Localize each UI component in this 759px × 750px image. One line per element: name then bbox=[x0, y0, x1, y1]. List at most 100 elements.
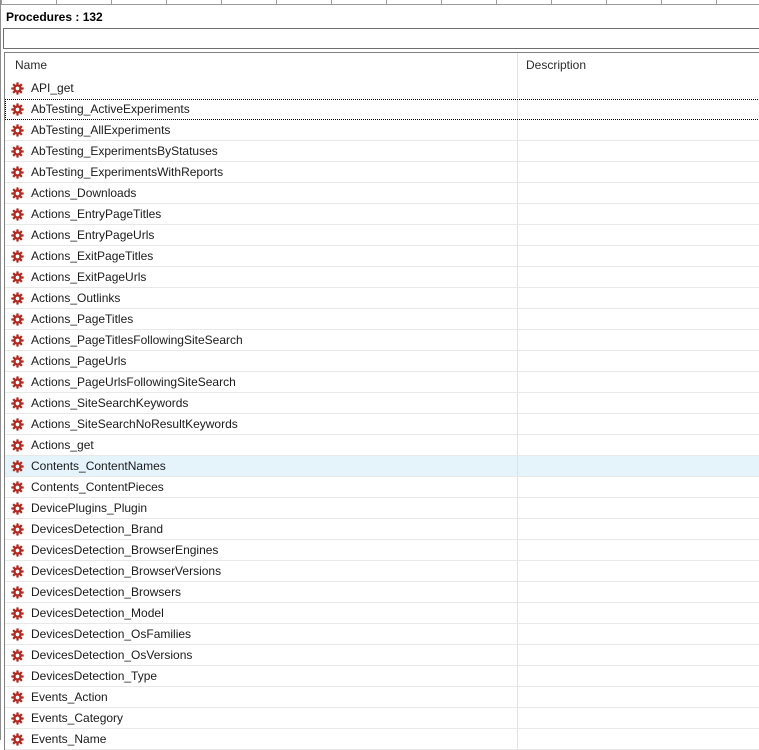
procedure-description bbox=[518, 204, 759, 224]
table-row[interactable]: DevicesDetection_OsFamilies bbox=[5, 624, 759, 645]
procedure-description bbox=[518, 498, 759, 518]
table-row[interactable]: AbTesting_AllExperiments bbox=[5, 120, 759, 141]
gear-icon bbox=[11, 607, 24, 620]
procedure-name: DevicesDetection_Type bbox=[31, 666, 157, 686]
table-row[interactable]: DevicesDetection_Model bbox=[5, 603, 759, 624]
gear-icon bbox=[11, 103, 24, 116]
procedure-name: Actions_PageTitlesFollowingSiteSearch bbox=[31, 330, 243, 350]
procedure-description bbox=[518, 477, 759, 497]
name-cell: Events_Category bbox=[5, 708, 518, 728]
procedure-description bbox=[518, 687, 759, 707]
procedure-name: AbTesting_AllExperiments bbox=[31, 120, 170, 140]
gear-icon bbox=[11, 439, 24, 452]
name-cell: Actions_SiteSearchKeywords bbox=[5, 393, 518, 413]
gear-icon bbox=[11, 502, 24, 515]
filter-input[interactable] bbox=[3, 28, 759, 49]
gear-icon bbox=[11, 334, 24, 347]
table-row[interactable]: DevicesDetection_OsVersions bbox=[5, 645, 759, 666]
column-header-description[interactable]: Description bbox=[518, 53, 759, 78]
table-row[interactable]: Actions_SiteSearchKeywords bbox=[5, 393, 759, 414]
table-row[interactable]: AbTesting_ExperimentsByStatuses bbox=[5, 141, 759, 162]
gear-icon bbox=[11, 418, 24, 431]
table-row[interactable]: Actions_EntryPageUrls bbox=[5, 225, 759, 246]
table-row[interactable]: Actions_PageTitlesFollowingSiteSearch bbox=[5, 330, 759, 351]
procedure-name: Actions_ExitPageUrls bbox=[31, 267, 146, 287]
table-row[interactable]: AbTesting_ActiveExperiments bbox=[5, 99, 759, 120]
table-row[interactable]: DevicesDetection_BrowserEngines bbox=[5, 540, 759, 561]
procedure-description bbox=[518, 141, 759, 161]
table-row[interactable]: Actions_SiteSearchNoResultKeywords bbox=[5, 414, 759, 435]
procedures-count-title: Procedures : 132 bbox=[6, 9, 759, 25]
procedure-name: DevicesDetection_OsVersions bbox=[31, 645, 192, 665]
name-cell: Actions_PageTitlesFollowingSiteSearch bbox=[5, 330, 518, 350]
name-cell: DevicesDetection_Model bbox=[5, 603, 518, 623]
procedure-name: Contents_ContentNames bbox=[31, 456, 166, 476]
gear-icon bbox=[11, 565, 24, 578]
procedure-description bbox=[518, 330, 759, 350]
name-cell: Events_Name bbox=[5, 729, 518, 749]
table-row[interactable]: DevicesDetection_Brand bbox=[5, 519, 759, 540]
name-cell: Actions_EntryPageUrls bbox=[5, 225, 518, 245]
table-row[interactable]: Actions_PageTitles bbox=[5, 309, 759, 330]
gear-icon bbox=[11, 250, 24, 263]
table-row[interactable]: DevicesDetection_BrowserVersions bbox=[5, 561, 759, 582]
procedure-description bbox=[518, 267, 759, 287]
table-row[interactable]: DevicePlugins_Plugin bbox=[5, 498, 759, 519]
table-row[interactable]: Actions_Outlinks bbox=[5, 288, 759, 309]
name-cell: Actions_ExitPageUrls bbox=[5, 267, 518, 287]
procedure-name: Actions_Outlinks bbox=[31, 288, 120, 308]
name-cell: DevicesDetection_Brand bbox=[5, 519, 518, 539]
procedure-name: Actions_EntryPageUrls bbox=[31, 225, 154, 245]
procedure-description bbox=[518, 162, 759, 182]
table-row[interactable]: Events_Action bbox=[5, 687, 759, 708]
procedure-name: AbTesting_ExperimentsByStatuses bbox=[31, 141, 218, 161]
table-row[interactable]: Actions_Downloads bbox=[5, 183, 759, 204]
table-row[interactable]: Actions_get bbox=[5, 435, 759, 456]
procedure-name: Events_Name bbox=[31, 729, 106, 749]
gear-icon bbox=[11, 586, 24, 599]
procedure-name: DevicesDetection_OsFamilies bbox=[31, 624, 191, 644]
gear-icon bbox=[11, 397, 24, 410]
procedure-description bbox=[518, 309, 759, 329]
name-cell: Actions_get bbox=[5, 435, 518, 455]
procedure-name: Actions_SiteSearchKeywords bbox=[31, 393, 188, 413]
table-row[interactable]: DevicesDetection_Browsers bbox=[5, 582, 759, 603]
procedure-description bbox=[518, 246, 759, 266]
gear-icon bbox=[11, 670, 24, 683]
procedure-description bbox=[518, 540, 759, 560]
procedure-name: Contents_ContentPieces bbox=[31, 477, 164, 497]
procedure-description bbox=[518, 78, 759, 98]
table-row[interactable]: Actions_ExitPageTitles bbox=[5, 246, 759, 267]
procedures-table: Name Description bbox=[4, 52, 759, 750]
table-body: API_get bbox=[5, 78, 759, 750]
procedure-description bbox=[518, 393, 759, 413]
table-row[interactable]: Actions_PageUrlsFollowingSiteSearch bbox=[5, 372, 759, 393]
table-row[interactable]: Actions_PageUrls bbox=[5, 351, 759, 372]
gear-icon bbox=[11, 187, 24, 200]
column-header-name[interactable]: Name bbox=[5, 53, 518, 78]
table-row[interactable]: Contents_ContentPieces bbox=[5, 477, 759, 498]
procedure-description bbox=[518, 120, 759, 140]
table-row[interactable]: Actions_ExitPageUrls bbox=[5, 267, 759, 288]
procedure-name: Actions_PageTitles bbox=[31, 309, 133, 329]
table-row[interactable]: Contents_ContentNames bbox=[5, 456, 759, 477]
table-row[interactable]: AbTesting_ExperimentsWithReports bbox=[5, 162, 759, 183]
procedure-description bbox=[518, 435, 759, 455]
gear-icon bbox=[11, 355, 24, 368]
gear-icon bbox=[11, 628, 24, 641]
name-cell: Actions_Downloads bbox=[5, 183, 518, 203]
procedure-description bbox=[518, 225, 759, 245]
table-row[interactable]: Events_Category bbox=[5, 708, 759, 729]
gear-icon bbox=[11, 523, 24, 536]
table-row[interactable]: Actions_EntryPageTitles bbox=[5, 204, 759, 225]
name-cell: Actions_ExitPageTitles bbox=[5, 246, 518, 266]
table-row[interactable]: API_get bbox=[5, 78, 759, 99]
procedure-name: DevicesDetection_Model bbox=[31, 603, 164, 623]
gear-icon bbox=[11, 292, 24, 305]
table-row[interactable]: DevicesDetection_Type bbox=[5, 666, 759, 687]
name-cell: DevicePlugins_Plugin bbox=[5, 498, 518, 518]
procedure-name: Actions_PageUrls bbox=[31, 351, 126, 371]
procedure-description bbox=[518, 372, 759, 392]
gear-icon bbox=[11, 691, 24, 704]
procedure-name: DevicesDetection_BrowserVersions bbox=[31, 561, 221, 581]
